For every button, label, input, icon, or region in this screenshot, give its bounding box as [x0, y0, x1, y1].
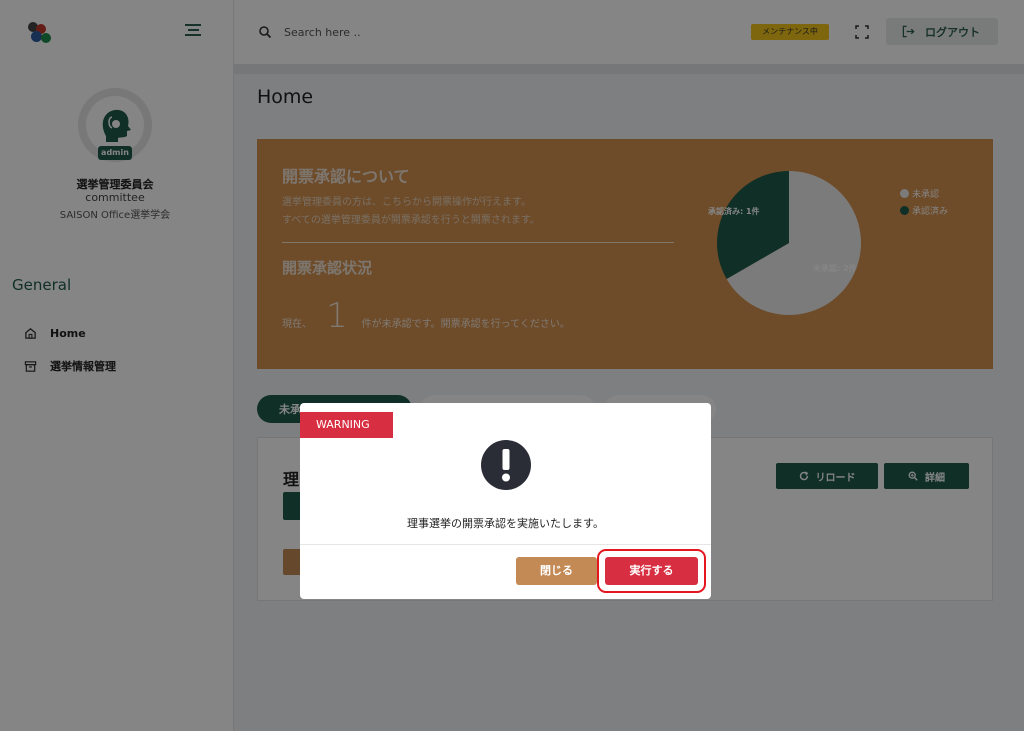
execute-button[interactable]: 実行する [605, 557, 698, 585]
exclamation-icon [481, 440, 531, 490]
warning-modal: WARNING 理事選挙の開票承認を実施いたします。 閉じる 実行する [300, 403, 711, 599]
modal-backdrop[interactable] [0, 0, 1024, 731]
modal-divider [300, 544, 711, 545]
close-button[interactable]: 閉じる [516, 557, 597, 585]
modal-message: 理事選挙の開票承認を実施いたします。 [407, 517, 604, 530]
warning-tag: WARNING [300, 412, 393, 438]
